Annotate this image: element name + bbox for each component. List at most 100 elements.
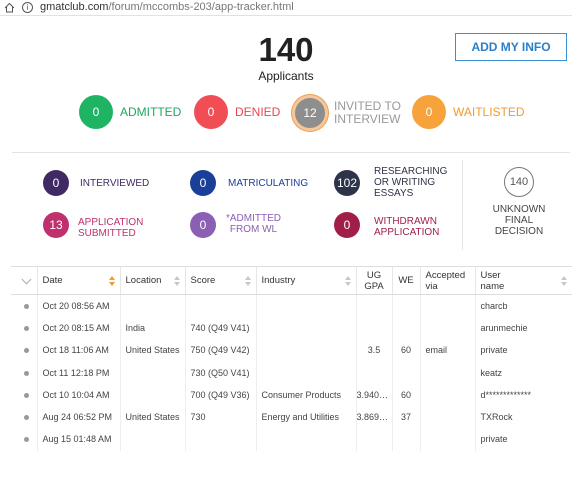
score-column-header[interactable]: Score xyxy=(185,266,257,295)
cell-score xyxy=(185,294,257,317)
vertical-divider xyxy=(462,160,463,250)
chevron-down-icon[interactable] xyxy=(21,274,32,285)
cell-date: Aug 24 06:52 PM xyxy=(37,405,121,429)
url-text[interactable]: gmatclub.com/forum/mccombs-203/app-track… xyxy=(40,1,294,13)
gpa-column-header[interactable]: UG GPA xyxy=(356,266,393,295)
unknown-line2: FINAL xyxy=(504,215,534,226)
table-row[interactable]: Oct 18 11:06 AM United States 750 (Q49 V… xyxy=(11,339,572,362)
admitted-count[interactable]: 0 xyxy=(79,95,113,129)
bullet-icon xyxy=(24,348,29,354)
bullet-icon xyxy=(24,415,29,421)
interviewed-count[interactable]: 0 xyxy=(43,170,69,196)
expand-column-header[interactable] xyxy=(11,266,38,295)
cell-location xyxy=(120,428,186,451)
row-bullet[interactable] xyxy=(11,383,38,406)
cell-date: Oct 10 10:04 AM xyxy=(37,383,121,406)
withdrawn-line1: WITHDRAWN xyxy=(374,216,437,227)
unknown-decision-label[interactable]: UNKNOWN FINAL DECISION xyxy=(474,204,564,237)
table-row[interactable]: Oct 11 12:18 PM 730 (Q50 V41) keatz xyxy=(11,361,572,384)
row-bullet[interactable] xyxy=(11,294,38,317)
cell-we xyxy=(392,361,421,384)
cell-industry xyxy=(256,294,357,317)
username-column-header[interactable]: User name xyxy=(475,266,572,295)
bullet-icon xyxy=(24,437,29,443)
researching-count[interactable]: 102 xyxy=(334,170,360,196)
admitted-wl-count[interactable]: 0 xyxy=(190,212,216,238)
cell-username: keatz xyxy=(475,361,572,384)
waitlisted-label[interactable]: WAITLISTED xyxy=(453,106,525,119)
researching-line1: RESEARCHING xyxy=(374,166,448,177)
cell-accepted-via xyxy=(420,361,476,384)
user-header-line1: User xyxy=(480,269,501,281)
cell-accepted-via xyxy=(420,316,476,340)
table-row[interactable]: Oct 20 08:15 AM India 740 (Q49 V41) arun… xyxy=(11,316,572,340)
cell-location: India xyxy=(120,316,186,340)
cell-gpa xyxy=(356,294,393,317)
score-header-label: Score xyxy=(190,275,216,286)
sort-icon[interactable] xyxy=(173,276,180,286)
admitted-label[interactable]: ADMITTED xyxy=(120,106,181,119)
cell-username: arunmechie xyxy=(475,316,572,340)
unknown-decision-count[interactable]: 140 xyxy=(504,167,534,197)
table-row[interactable]: Oct 20 08:56 AM charcb xyxy=(11,294,572,317)
cell-username: private xyxy=(475,428,572,451)
researching-line3: ESSAYS xyxy=(374,188,414,199)
add-my-info-button[interactable]: ADD MY INFO xyxy=(455,33,567,61)
denied-count[interactable]: 0 xyxy=(194,95,228,129)
info-icon[interactable]: i xyxy=(22,2,33,13)
table-row[interactable]: Aug 15 01:48 AM private xyxy=(11,428,572,451)
application-submitted-count[interactable]: 13 xyxy=(43,212,69,238)
invited-count[interactable]: 12 xyxy=(292,95,328,131)
denied-label[interactable]: DENIED xyxy=(235,106,280,119)
cell-we: 37 xyxy=(392,405,421,429)
researching-line2: OR WRITING xyxy=(374,177,436,188)
row-bullet[interactable] xyxy=(11,316,38,340)
row-bullet[interactable] xyxy=(11,339,38,362)
cell-score xyxy=(185,428,257,451)
cell-accepted-via: email xyxy=(420,339,476,362)
table-row[interactable]: Aug 24 06:52 PM United States 730 Energy… xyxy=(11,405,572,429)
application-submitted-label[interactable]: APPLICATION SUBMITTED xyxy=(78,217,143,239)
table-row[interactable]: Oct 10 10:04 AM 700 (Q49 V36) Consumer P… xyxy=(11,383,572,406)
cell-gpa xyxy=(356,316,393,340)
sort-icon[interactable] xyxy=(108,276,115,286)
appsub-line1: APPLICATION xyxy=(78,217,144,228)
sort-icon[interactable] xyxy=(560,276,567,286)
cell-date: Oct 20 08:15 AM xyxy=(37,316,121,340)
waitlisted-count[interactable]: 0 xyxy=(412,95,446,129)
sort-icon[interactable] xyxy=(244,276,251,286)
row-bullet[interactable] xyxy=(11,361,38,384)
cell-date: Aug 15 01:48 AM xyxy=(37,428,121,451)
cell-score: 730 (Q50 V41) xyxy=(185,361,257,384)
admwl-line2: FROM WL xyxy=(229,224,278,235)
sort-icon[interactable] xyxy=(344,276,351,286)
cell-industry xyxy=(256,316,357,340)
withdrawn-label[interactable]: WITHDRAWN APPLICATION xyxy=(374,216,439,238)
cell-we xyxy=(392,428,421,451)
address-bar[interactable]: i gmatclub.com/forum/mccombs-203/app-tra… xyxy=(0,0,572,16)
location-header-label: Location xyxy=(125,275,162,286)
home-icon[interactable] xyxy=(4,2,15,13)
cell-username: TXRock xyxy=(475,405,572,429)
row-bullet[interactable] xyxy=(11,405,38,429)
researching-label[interactable]: RESEARCHING OR WRITING ESSAYS xyxy=(374,166,447,199)
industry-column-header[interactable]: Industry xyxy=(256,266,357,295)
accepted-via-column-header[interactable]: Accepted via xyxy=(420,266,476,295)
cell-gpa: 3.8699... xyxy=(356,405,393,429)
gpa-header-line1: UG xyxy=(366,269,382,281)
bullet-icon xyxy=(24,303,29,309)
cell-industry xyxy=(256,339,357,362)
we-column-header[interactable]: WE xyxy=(392,266,421,295)
withdrawn-count[interactable]: 0 xyxy=(334,212,360,238)
interviewed-label[interactable]: INTERVIEWED xyxy=(80,178,149,189)
invited-label[interactable]: INVITED TO INTERVIEW xyxy=(334,100,401,126)
date-column-header[interactable]: Date xyxy=(37,266,121,295)
matriculating-label[interactable]: MATRICULATING xyxy=(228,178,308,189)
cell-location: United States xyxy=(120,405,186,429)
matriculating-count[interactable]: 0 xyxy=(190,170,216,196)
admitted-wl-label[interactable]: *ADMITTED FROM WL xyxy=(226,213,281,235)
cell-username: charcb xyxy=(475,294,572,317)
row-bullet[interactable] xyxy=(11,428,38,451)
location-column-header[interactable]: Location xyxy=(120,266,186,295)
cell-we xyxy=(392,294,421,317)
